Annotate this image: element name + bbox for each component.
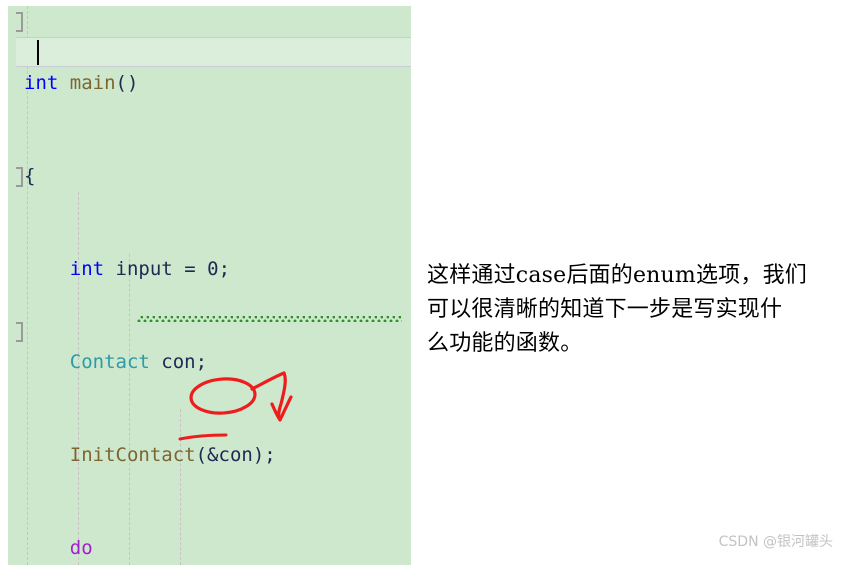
code-line[interactable]: Contact con; (8, 347, 411, 378)
code-text[interactable]: int main() { int input = 0; Contact con;… (8, 6, 411, 565)
note-line-1: 这样通过case后面的enum选项，我们 (427, 263, 807, 288)
code-line[interactable]: do (8, 533, 411, 564)
csdn-watermark: CSDN @银河罐头 (718, 534, 833, 550)
note-line-2: 可以很清晰的知道下一步是写实现什 (427, 297, 783, 322)
code-line[interactable]: InitContact(&con); (8, 440, 411, 471)
code-line[interactable]: int input = 0; (8, 254, 411, 285)
annotation-note: 这样通过case后面的enum选项，我们 可以很清晰的知道下一步是写实现什 么功… (427, 259, 839, 361)
note-line-3: 么功能的函数。 (427, 331, 583, 356)
code-line[interactable]: { (8, 161, 411, 192)
code-line[interactable]: int main() (8, 68, 411, 99)
code-editor-panel[interactable]: int main() { int input = 0; Contact con;… (8, 6, 411, 565)
